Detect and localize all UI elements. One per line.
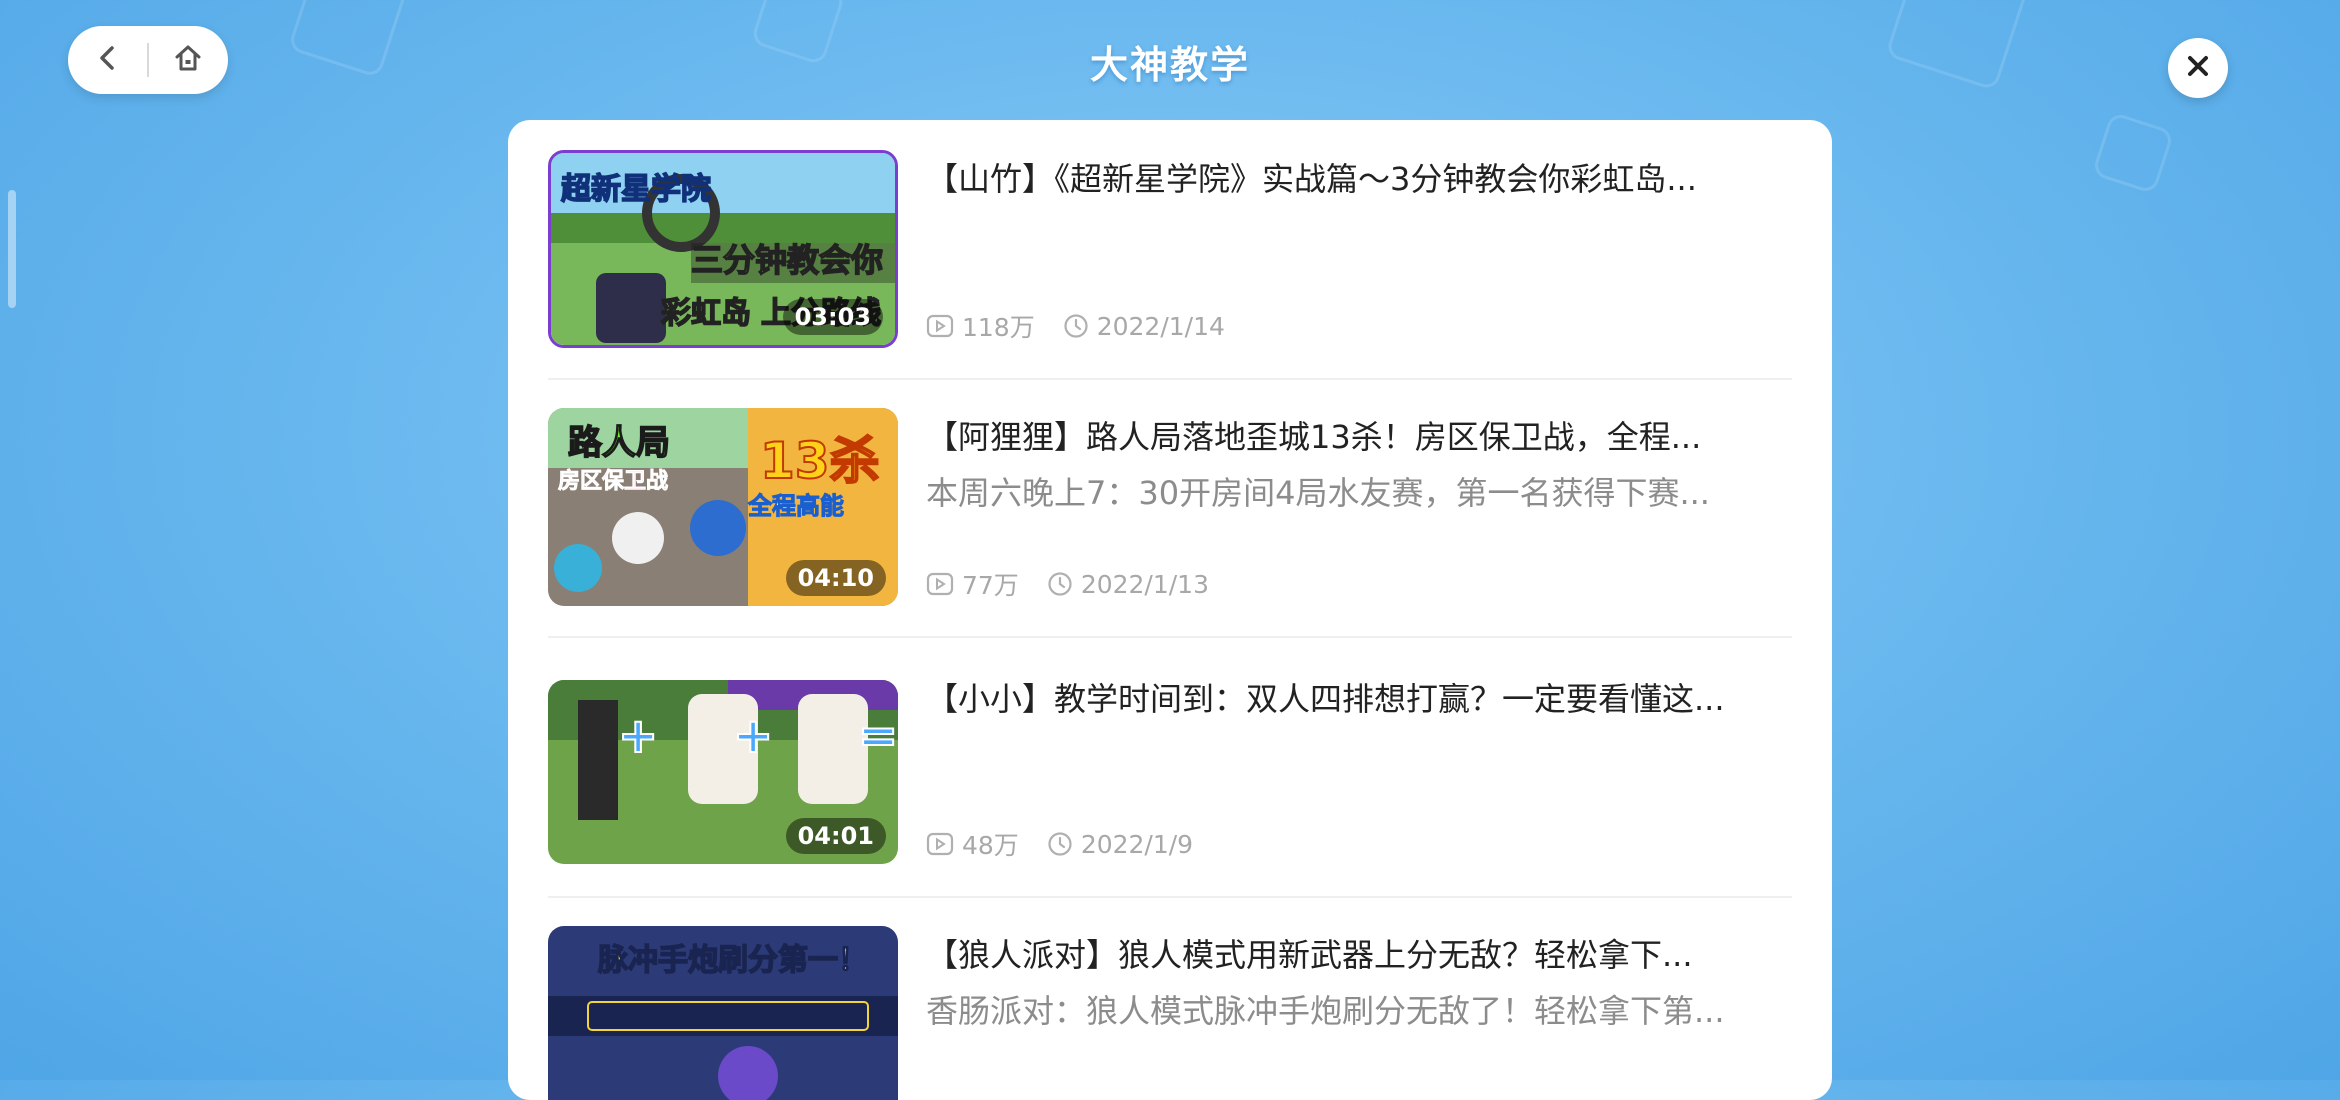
thumb-caption: 房区保卫战	[558, 468, 668, 494]
video-thumbnail[interactable]: 路人局 房区保卫战 13杀 全程高能 04:10	[548, 408, 898, 606]
video-item[interactable]: 脉冲手炮刷分第一！ 【狼人派对】狼人模式用新武器上分无敌？轻松拿下... 香肠派…	[548, 926, 1792, 1100]
list-divider	[548, 896, 1792, 898]
publish-date: 2022/1/14	[1096, 311, 1225, 341]
video-meta: 48万 2022/1/9	[926, 826, 1193, 862]
video-thumbnail[interactable]: 超新星学院 三分钟教会你 彩虹岛 上分路线 03:03	[548, 150, 898, 348]
thumb-caption: 脉冲手炮刷分第一！	[598, 943, 868, 978]
thumb-caption: =	[858, 708, 898, 764]
video-title[interactable]: 【狼人派对】狼人模式用新武器上分无敌？轻松拿下...	[926, 930, 1796, 976]
play-icon	[926, 314, 954, 338]
thumb-caption: 超新星学院	[561, 172, 711, 207]
publish-date: 2022/1/9	[1080, 829, 1194, 859]
clock-icon	[1047, 571, 1073, 597]
thumb-caption: +	[733, 708, 773, 764]
thumb-caption: 13杀	[760, 432, 880, 490]
view-count: 118万	[962, 313, 1035, 342]
video-thumbnail[interactable]: + + = 04:01	[548, 680, 898, 864]
video-title[interactable]: 【阿狸狸】路人局落地歪城13杀！房区保卫战，全程...	[926, 412, 1796, 458]
page-title: 大神教学	[1089, 43, 1250, 87]
thumb-caption: 路人局	[568, 423, 670, 463]
clock-icon	[1047, 831, 1073, 857]
video-duration: 03:03	[782, 299, 883, 335]
video-duration: 04:01	[785, 818, 886, 854]
play-icon	[926, 832, 954, 856]
video-item[interactable]: 超新星学院 三分钟教会你 彩虹岛 上分路线 03:03 【山竹】《超新星学院》实…	[548, 150, 1792, 350]
scrollbar-thumb[interactable]	[8, 190, 16, 308]
thumb-caption: 彩虹岛	[661, 296, 751, 331]
thumb-caption: 三分钟教会你	[691, 241, 883, 279]
view-count: 48万	[962, 831, 1019, 860]
video-item[interactable]: 路人局 房区保卫战 13杀 全程高能 04:10 【阿狸狸】路人局落地歪城13杀…	[548, 408, 1792, 608]
video-title[interactable]: 【山竹】《超新星学院》实战篇～3分钟教会你彩虹岛...	[926, 154, 1796, 200]
view-count: 77万	[962, 571, 1019, 600]
video-list-panel: 超新星学院 三分钟教会你 彩虹岛 上分路线 03:03 【山竹】《超新星学院》实…	[508, 120, 1832, 1100]
thumb-caption: +	[618, 708, 658, 764]
video-duration: 04:10	[785, 560, 886, 596]
clock-icon	[1063, 313, 1089, 339]
thumb-caption: 全程高能	[747, 492, 844, 520]
play-icon	[926, 572, 954, 596]
video-subtitle: 香肠派对：狼人模式脉冲手炮刷分无敌了！轻松拿下第...	[926, 992, 1725, 1030]
video-item[interactable]: + + = 04:01 【小小】教学时间到：双人四排想打赢？一定要看懂这... …	[548, 680, 1792, 880]
video-meta: 77万 2022/1/13	[926, 566, 1209, 602]
video-meta: 118万 2022/1/14	[926, 308, 1225, 344]
video-thumbnail[interactable]: 脉冲手炮刷分第一！	[548, 926, 898, 1100]
publish-date: 2022/1/13	[1080, 569, 1209, 599]
close-button[interactable]	[2168, 38, 2228, 98]
list-divider	[548, 378, 1792, 380]
video-title[interactable]: 【小小】教学时间到：双人四排想打赢？一定要看懂这...	[926, 674, 1796, 720]
close-icon	[2185, 53, 2211, 83]
video-subtitle: 本周六晚上7：30开房间4局水友赛，第一名获得下赛...	[926, 474, 1710, 512]
list-divider	[548, 636, 1792, 638]
